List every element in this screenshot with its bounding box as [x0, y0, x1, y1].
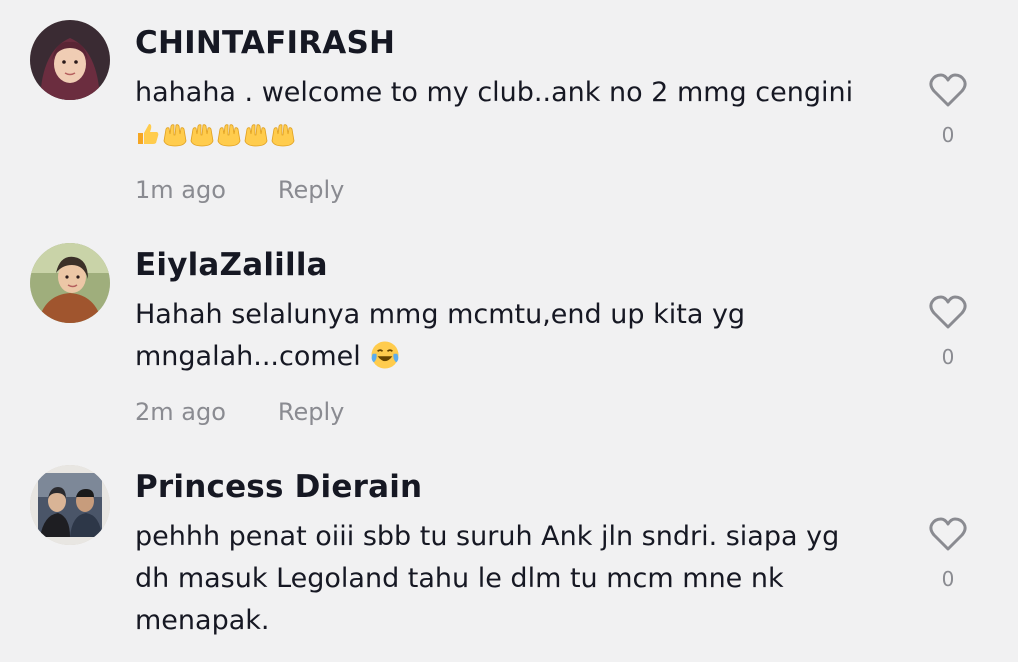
avatar[interactable]: [30, 243, 110, 323]
avatar-image: [30, 20, 110, 100]
like-count: 0: [941, 345, 955, 369]
thumbs-up-icon: [135, 121, 161, 147]
comment-meta: 1m ago Reply: [135, 176, 344, 204]
reply-button[interactable]: Reply: [278, 398, 344, 426]
comment-meta: 2m ago Reply: [135, 398, 344, 426]
like-count: 0: [941, 567, 955, 591]
raised-hands-icon: [189, 121, 215, 147]
heart-icon: [929, 517, 967, 551]
comment-timestamp: 1m ago: [135, 176, 226, 204]
raised-hands-icon: [216, 121, 242, 147]
heart-icon: [929, 295, 967, 329]
comment-text: Hahah selalunya mmg mcmtu,end up kita yg…: [135, 294, 775, 378]
avatar-image: [30, 243, 110, 323]
comment-body: Hahah selalunya mmg mcmtu,end up kita yg…: [135, 299, 746, 372]
avatar-image: [30, 465, 110, 545]
comment-text: pehhh penat oiii sbb tu suruh Ank jln sn…: [135, 516, 875, 642]
comment-timestamp: 2m ago: [135, 398, 226, 426]
comment-username[interactable]: EiylaZalilla: [135, 247, 328, 283]
raised-hands-icon: [270, 121, 296, 147]
avatar[interactable]: [30, 20, 110, 100]
reply-button[interactable]: Reply: [278, 176, 344, 204]
comment-username[interactable]: Princess Dierain: [135, 469, 422, 505]
raised-hands-icon: [162, 121, 188, 147]
raised-hands-icon: [243, 121, 269, 147]
like-button[interactable]: [928, 72, 968, 108]
comment-text: hahaha . welcome to my club..ank no 2 mm…: [135, 72, 895, 156]
like-button[interactable]: [928, 294, 968, 330]
tears-of-joy-icon: [369, 339, 401, 371]
avatar[interactable]: [30, 465, 110, 545]
like-button[interactable]: [928, 516, 968, 552]
comment-username[interactable]: CHINTAFIRASH: [135, 25, 395, 61]
comment-list: CHINTAFIRASH hahaha . welcome to my club…: [0, 0, 1018, 662]
comment-body: pehhh penat oiii sbb tu suruh Ank jln sn…: [135, 521, 840, 636]
comment-body: hahaha . welcome to my club..ank no 2 mm…: [135, 77, 854, 108]
like-count: 0: [941, 123, 955, 147]
heart-icon: [929, 73, 967, 107]
